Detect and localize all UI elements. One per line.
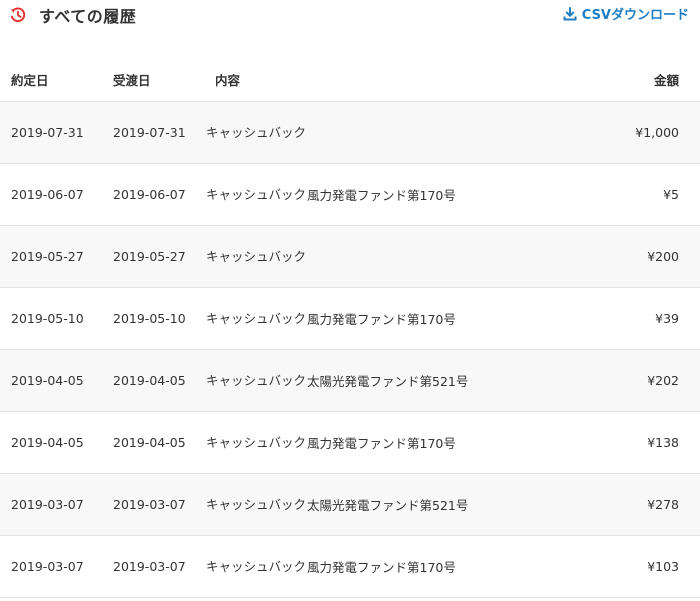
contract-date-cell: 2019-06-07 bbox=[11, 187, 84, 202]
transaction-type-cell: キャッシュバック bbox=[206, 186, 307, 202]
contract-date-cell: 2019-04-05 bbox=[11, 373, 84, 388]
csv-download-link[interactable]: CSVダウンロード bbox=[563, 4, 689, 23]
table-row: 2019-07-31 2019-07-31 キャッシュバック ¥1,000 bbox=[0, 101, 700, 164]
delivery-date-cell: 2019-06-07 bbox=[113, 187, 186, 202]
transaction-type-cell: キャッシュバック bbox=[206, 248, 307, 264]
table-row: 2019-06-07 2019-06-07 キャッシュバック 風力発電ファンド第170… bbox=[0, 163, 700, 226]
table-row: 2019-03-07 2019-03-07 キャッシュバック 太陽光発電ファンド第52… bbox=[0, 473, 700, 536]
fund-name-cell: 太陽光発電ファンド第521号 bbox=[307, 374, 469, 389]
title-group: すべての履歴 bbox=[9, 3, 136, 27]
history-icon bbox=[9, 6, 27, 24]
fund-name-cell: 風力発電ファンド第170号 bbox=[307, 312, 456, 327]
delivery-date-cell: 2019-05-27 bbox=[113, 249, 186, 264]
column-header-delivery-date: 受渡日 bbox=[102, 58, 204, 102]
amount-cell: ¥278 bbox=[647, 497, 679, 512]
table-row: 2019-05-27 2019-05-27 キャッシュバック ¥200 bbox=[0, 225, 700, 288]
contract-date-cell: 2019-05-27 bbox=[11, 249, 84, 264]
table-row: 2019-04-05 2019-04-05 キャッシュバック 風力発電ファンド第170… bbox=[0, 411, 700, 474]
amount-cell: ¥202 bbox=[647, 373, 679, 388]
fund-name-cell: 太陽光発電ファンド第521号 bbox=[307, 498, 469, 513]
column-header-contract-date: 約定日 bbox=[0, 58, 102, 102]
download-icon bbox=[563, 6, 577, 21]
amount-cell: ¥1,000 bbox=[635, 125, 679, 140]
transaction-type-cell: キャッシュバック bbox=[206, 496, 307, 512]
delivery-date-cell: 2019-03-07 bbox=[113, 497, 186, 512]
delivery-date-cell: 2019-04-05 bbox=[113, 373, 186, 388]
contract-date-cell: 2019-03-07 bbox=[11, 497, 84, 512]
csv-download-label: CSVダウンロード bbox=[581, 8, 689, 23]
column-header-amount: 金額 bbox=[526, 58, 700, 102]
amount-cell: ¥103 bbox=[647, 559, 679, 574]
table-body: 2019-07-31 2019-07-31 キャッシュバック ¥1,000 2019-0… bbox=[0, 101, 700, 598]
delivery-date-cell: 2019-04-05 bbox=[113, 435, 186, 450]
fund-name-cell bbox=[306, 102, 526, 164]
fund-name-cell: 風力発電ファンド第170号 bbox=[307, 188, 456, 203]
column-header-fund bbox=[306, 58, 526, 102]
contract-date-cell: 2019-05-10 bbox=[11, 311, 84, 326]
fund-name-cell: 風力発電ファンド第170号 bbox=[307, 436, 456, 451]
table-row: 2019-05-10 2019-05-10 キャッシュバック 風力発電ファンド第170… bbox=[0, 287, 700, 350]
table-header-row: 約定日 受渡日 内容 金額 bbox=[0, 58, 700, 102]
table-row: 2019-04-05 2019-04-05 キャッシュバック 太陽光発電ファンド第52… bbox=[0, 349, 700, 412]
page-title: すべての履歴 bbox=[39, 7, 137, 26]
delivery-date-cell: 2019-07-31 bbox=[113, 125, 186, 140]
amount-cell: ¥5 bbox=[663, 187, 679, 202]
transaction-type-cell: キャッシュバック bbox=[206, 310, 307, 326]
column-header-content: 内容 bbox=[204, 58, 306, 102]
transaction-type-cell: キャッシュバック bbox=[206, 558, 307, 574]
amount-cell: ¥200 bbox=[647, 249, 679, 264]
delivery-date-cell: 2019-05-10 bbox=[113, 311, 186, 326]
amount-cell: ¥138 bbox=[647, 435, 679, 450]
transaction-type-cell: キャッシュバック bbox=[206, 124, 307, 140]
transaction-type-cell: キャッシュバック bbox=[206, 434, 307, 450]
table-row: 2019-03-07 2019-03-07 キャッシュバック 風力発電ファンド第170… bbox=[0, 535, 700, 598]
page-header: すべての履歴 CSVダウンロード bbox=[0, 0, 700, 58]
amount-cell: ¥39 bbox=[655, 311, 679, 326]
delivery-date-cell: 2019-03-07 bbox=[113, 559, 186, 574]
contract-date-cell: 2019-03-07 bbox=[11, 559, 84, 574]
fund-name-cell bbox=[306, 226, 526, 288]
history-table: 約定日 受渡日 内容 金額 2019-07-31 2019-07-31 キャッシュバ… bbox=[0, 58, 700, 598]
contract-date-cell: 2019-04-05 bbox=[11, 435, 84, 450]
fund-name-cell: 風力発電ファンド第170号 bbox=[307, 560, 456, 575]
contract-date-cell: 2019-07-31 bbox=[11, 125, 84, 140]
transaction-type-cell: キャッシュバック bbox=[206, 372, 307, 388]
